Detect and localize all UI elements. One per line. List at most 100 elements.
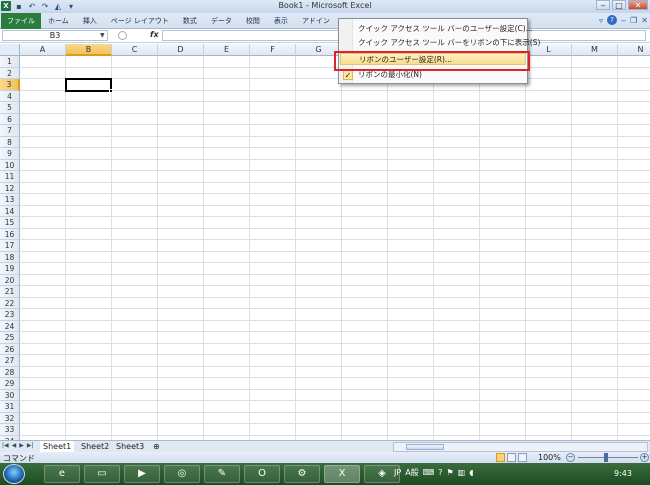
workbook-minimize-icon[interactable]: ‒: [621, 16, 626, 25]
select-all-corner[interactable]: [0, 44, 20, 56]
row-header[interactable]: 30: [0, 389, 20, 401]
clock[interactable]: 9:43: [614, 469, 632, 478]
row-header[interactable]: 10: [0, 159, 20, 171]
tab-addins[interactable]: アドイン: [295, 13, 337, 29]
tab-page-layout[interactable]: ページ レイアウト: [104, 13, 176, 29]
row-header[interactable]: 22: [0, 297, 20, 309]
row-header[interactable]: 25: [0, 332, 20, 344]
tab-view[interactable]: 表示: [267, 13, 295, 29]
media-player-icon[interactable]: ▶: [124, 465, 160, 483]
tray-lang[interactable]: JP: [394, 468, 401, 477]
page-break-view-icon[interactable]: [518, 453, 527, 462]
excel-taskbar-icon[interactable]: X: [324, 465, 360, 483]
row-header[interactable]: 29: [0, 378, 20, 390]
workbook-close-icon[interactable]: ✕: [641, 16, 648, 25]
row-header[interactable]: 26: [0, 343, 20, 355]
row-header[interactable]: 6: [0, 113, 20, 125]
start-orb-icon[interactable]: [3, 464, 25, 484]
tab-formulas[interactable]: 数式: [176, 13, 204, 29]
row-header[interactable]: 13: [0, 194, 20, 206]
prev-sheet-icon[interactable]: ◀: [12, 442, 17, 449]
zoom-in-icon[interactable]: +: [640, 453, 649, 462]
column-header[interactable]: F: [250, 44, 296, 56]
workbook-restore-icon[interactable]: ❐: [630, 16, 637, 25]
expand-ribbon-icon[interactable]: ▿: [599, 16, 603, 25]
page-layout-view-icon[interactable]: [507, 453, 516, 462]
tab-review[interactable]: 校閲: [239, 13, 267, 29]
column-header[interactable]: C: [112, 44, 158, 56]
zoom-level[interactable]: 100%: [538, 453, 561, 462]
row-header[interactable]: 2: [0, 67, 20, 79]
row-header[interactable]: 9: [0, 148, 20, 160]
tray-help-icon[interactable]: ?: [438, 468, 442, 477]
row-header[interactable]: 27: [0, 355, 20, 367]
row-header[interactable]: 12: [0, 182, 20, 194]
name-box[interactable]: B3: [2, 30, 108, 41]
ie-icon[interactable]: e: [44, 465, 80, 483]
maximize-icon[interactable]: □: [612, 0, 626, 10]
column-header[interactable]: E: [204, 44, 250, 56]
app-icon[interactable]: ✎: [204, 465, 240, 483]
sheet-tab-sheet1[interactable]: Sheet1: [40, 441, 75, 452]
row-header[interactable]: 21: [0, 286, 20, 298]
row-header[interactable]: 8: [0, 136, 20, 148]
scrollbar-thumb[interactable]: [406, 444, 444, 450]
row-header[interactable]: 15: [0, 217, 20, 229]
horizontal-scrollbar[interactable]: [393, 442, 648, 452]
zoom-out-icon[interactable]: −: [566, 453, 575, 462]
row-header[interactable]: 33: [0, 424, 20, 436]
worksheet-grid[interactable]: ABCDEFGHIJKLMN12345678910111213141516171…: [0, 44, 650, 447]
outlook-icon[interactable]: O: [244, 465, 280, 483]
close-icon[interactable]: ✕: [628, 0, 648, 10]
row-header[interactable]: 24: [0, 320, 20, 332]
row-header[interactable]: 23: [0, 309, 20, 321]
row-header[interactable]: 28: [0, 366, 20, 378]
insert-sheet-icon[interactable]: ⊕: [150, 441, 163, 452]
app-icon[interactable]: ◎: [164, 465, 200, 483]
tab-data[interactable]: データ: [204, 13, 239, 29]
row-header[interactable]: 4: [0, 90, 20, 102]
fill-handle[interactable]: [109, 88, 113, 93]
tab-file[interactable]: ファイル: [1, 12, 41, 29]
row-header[interactable]: 7: [0, 125, 20, 137]
chevron-down-icon[interactable]: ▼: [100, 32, 105, 39]
column-header[interactable]: D: [158, 44, 204, 56]
row-header[interactable]: 14: [0, 205, 20, 217]
sheet-tab-sheet2[interactable]: Sheet2: [78, 441, 112, 452]
app-icon[interactable]: ⚙: [284, 465, 320, 483]
sheet-tab-sheet3[interactable]: Sheet3: [113, 441, 147, 452]
last-sheet-icon[interactable]: ▶|: [27, 442, 34, 449]
normal-view-icon[interactable]: [496, 453, 505, 462]
zoom-slider[interactable]: [578, 457, 638, 458]
row-header[interactable]: 17: [0, 240, 20, 252]
explorer-icon[interactable]: ▭: [84, 465, 120, 483]
tab-home[interactable]: ホーム: [41, 13, 76, 29]
next-sheet-icon[interactable]: ▶: [19, 442, 24, 449]
minimize-icon[interactable]: ‒: [596, 0, 610, 10]
row-header[interactable]: 32: [0, 412, 20, 424]
row-header[interactable]: 20: [0, 274, 20, 286]
column-header[interactable]: A: [20, 44, 66, 56]
insert-function-button[interactable]: fx: [150, 30, 159, 39]
tray-ime[interactable]: A般: [405, 467, 418, 478]
menu-item-customize-qat[interactable]: クイック アクセス ツール バーのユーザー設定(C)...: [340, 23, 533, 35]
column-header[interactable]: B: [66, 44, 112, 56]
tray-flag-icon[interactable]: ⚑: [446, 468, 453, 477]
row-header[interactable]: 18: [0, 251, 20, 263]
row-header[interactable]: 5: [0, 102, 20, 114]
row-header[interactable]: 31: [0, 401, 20, 413]
first-sheet-icon[interactable]: |◀: [2, 442, 9, 449]
tray-volume-icon[interactable]: ◖: [469, 468, 473, 477]
active-cell[interactable]: [65, 78, 112, 92]
tray-network-icon[interactable]: ▥: [458, 468, 466, 477]
help-icon[interactable]: ?: [607, 15, 618, 25]
column-header[interactable]: N: [618, 44, 650, 56]
row-header[interactable]: 1: [0, 56, 20, 68]
tray-keyboard-icon[interactable]: ⌨: [423, 468, 435, 477]
column-header[interactable]: M: [572, 44, 618, 56]
menu-item-show-qat-below[interactable]: クイック アクセス ツール バーをリボンの下に表示(S): [340, 37, 540, 49]
row-header[interactable]: 11: [0, 171, 20, 183]
row-header[interactable]: 19: [0, 263, 20, 275]
tab-insert[interactable]: 挿入: [76, 13, 104, 29]
row-header[interactable]: 16: [0, 228, 20, 240]
